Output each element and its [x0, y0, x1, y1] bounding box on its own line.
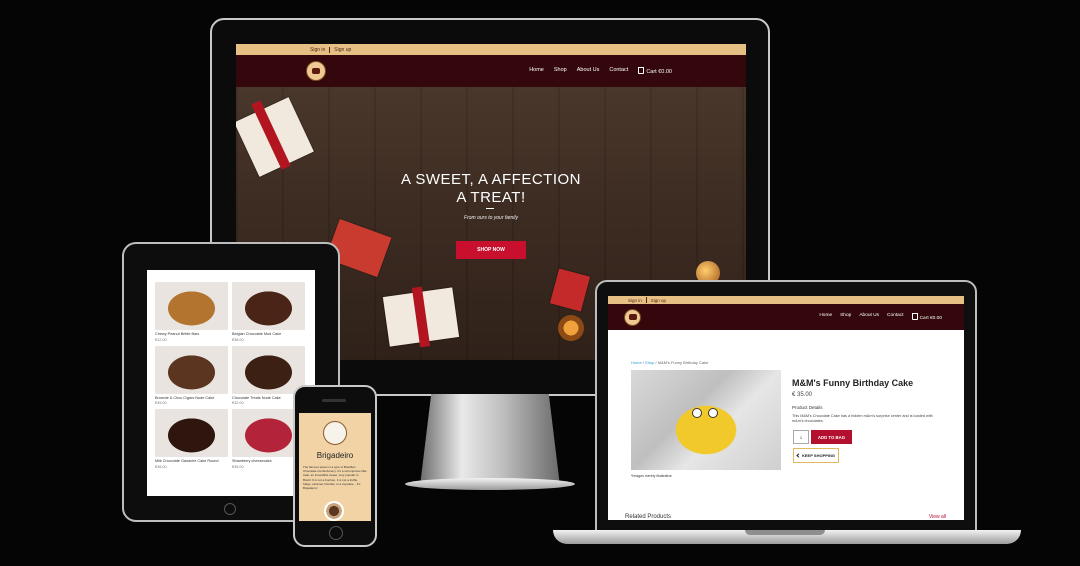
logo-mark	[312, 68, 320, 74]
cake-eye-image	[692, 408, 702, 418]
laptop-navbar: Home Shop About Us Contact Cart €0.00	[608, 304, 964, 330]
breadcrumb-current: M&M's Funny Birthday Cake	[657, 360, 709, 365]
shopping-bag-icon	[638, 67, 645, 74]
product-grid: Chewy Peanut Brittle Bars €12.00 Belgian…	[155, 282, 305, 469]
product-price: €39.00	[155, 401, 167, 405]
laptop-screen: Sign in Sign up Home Shop About Us Conta…	[608, 296, 964, 520]
orange-slice-image	[558, 315, 584, 341]
phone-home-button	[329, 526, 343, 540]
sign-in-link[interactable]: Sign in	[628, 298, 642, 303]
product-image	[155, 345, 228, 394]
product-image	[232, 345, 305, 394]
tablet-home-button	[224, 503, 236, 515]
product-image	[232, 282, 305, 330]
desktop-stand-foot	[405, 478, 575, 490]
shopping-bag-icon	[911, 313, 918, 320]
product-price: €12.00	[155, 337, 167, 342]
cake-eye-image	[708, 408, 718, 418]
nav-shop[interactable]: Shop	[840, 313, 851, 321]
phone-description: The famous sweet in a type of Brazilian …	[303, 465, 367, 491]
product-card[interactable]: Chewy Peanut Brittle Bars €12.00	[155, 282, 228, 342]
nav-home[interactable]: Home	[529, 67, 544, 75]
product-card[interactable]: Milk Chocolate Ganache Cake Round €36.00	[155, 409, 228, 469]
quantity-input[interactable]: 1	[793, 430, 809, 444]
hero-title-line2: A TREAT!	[456, 189, 526, 206]
nav-home[interactable]: Home	[819, 313, 832, 321]
brand-logo-icon[interactable]	[624, 308, 641, 326]
nav-cart[interactable]: Cart €0.00	[911, 313, 942, 321]
desktop-navbar: Home Shop About Us Contact Cart €0.00	[236, 55, 746, 87]
add-to-bag-button[interactable]: ADD TO BAG	[811, 430, 852, 444]
keep-shopping-label: KEEP SHOPPING	[801, 453, 836, 458]
sign-up-link[interactable]: Sign up	[651, 298, 666, 303]
product-card[interactable]: Belgian Chocolate Mud Cake €38.00	[232, 282, 305, 342]
product-name: Milk Chocolate Ganache Cake Round	[155, 459, 219, 463]
breadcrumb: Home / Shop / M&M's Funny Birthday Cake	[631, 360, 708, 365]
product-image	[631, 370, 781, 470]
nav-about[interactable]: About Us	[577, 67, 600, 75]
gift-box-image	[549, 268, 591, 312]
laptop-topbar: Sign in Sign up	[608, 296, 964, 304]
product-name: Brownie & Choc Cigars Nude Cake	[155, 395, 215, 400]
nav-cart[interactable]: Cart €0.00	[638, 67, 672, 75]
sign-up-link[interactable]: Sign up	[334, 47, 351, 53]
product-name: Belgian Chocolate Mud Cake	[232, 332, 282, 336]
breadcrumb-home[interactable]: Home	[631, 360, 642, 365]
hero-title: A SWEET, A AFFECTION A TREAT!	[236, 171, 746, 207]
nav-contact[interactable]: Contact	[609, 67, 628, 75]
cart-label: Cart €0.00	[646, 69, 672, 75]
product-title: M&M's Funny Birthday Cake	[792, 378, 914, 388]
brigadeiro-image	[324, 501, 344, 521]
brand-logo-icon[interactable]	[323, 421, 347, 445]
product-image	[155, 409, 228, 457]
hero-title-line1: A SWEET, A AFFECTION	[400, 171, 582, 188]
product-price: €36.00	[155, 464, 167, 469]
image-disclaimer: *Images merely illustrative	[631, 474, 672, 478]
product-image	[155, 282, 228, 330]
view-all-link[interactable]: View all	[929, 514, 946, 520]
topbar-separator	[645, 297, 647, 303]
phone-page-title: Brigadeiro	[316, 451, 354, 460]
product-name: Chewy Peanut Brittle Bars	[155, 332, 200, 336]
product-card[interactable]: Brownie & Choc Cigars Nude Cake €39.00	[155, 345, 228, 405]
phone-speaker	[322, 399, 346, 402]
phone-screen: Brigadeiro The famous sweet in a type of…	[299, 413, 371, 521]
keep-shopping-button[interactable]: KEEP SHOPPING	[793, 448, 839, 463]
product-details-heading: Product Details	[792, 405, 823, 410]
hero-divider	[486, 208, 494, 209]
nav-shop[interactable]: Shop	[554, 67, 567, 75]
product-price: €38.00	[232, 337, 244, 342]
hero-subtitle: From ours to your family	[464, 215, 518, 221]
product-description: This M&M's Chocolate Cake has a hidden m…	[792, 414, 933, 423]
laptop-nav-links: Home Shop About Us Contact Cart €0.00	[819, 313, 942, 321]
logo-mark	[628, 314, 637, 320]
topbar-separator	[329, 46, 331, 53]
laptop-notch	[745, 530, 825, 535]
shop-now-button[interactable]: SHOP NOW	[456, 241, 526, 259]
product-price: € 35.00	[792, 392, 813, 398]
desktop-nav-links: Home Shop About Us Contact Cart €0.00	[529, 67, 672, 75]
desktop-topbar: Sign in Sign up	[236, 44, 746, 55]
tablet-screen: Chewy Peanut Brittle Bars €12.00 Belgian…	[147, 270, 315, 496]
desktop-stand	[420, 394, 560, 486]
nav-about[interactable]: About Us	[859, 313, 879, 321]
brand-logo-icon[interactable]	[306, 61, 326, 81]
nav-contact[interactable]: Contact	[887, 313, 904, 321]
cart-label: Cart €0.00	[919, 316, 942, 321]
sign-in-link[interactable]: Sign in	[310, 47, 325, 53]
related-products-heading: Related Products	[625, 514, 672, 520]
breadcrumb-shop[interactable]: Shop	[645, 360, 654, 365]
device-mockup-scene: Sign in Sign up Home Shop About Us Conta…	[0, 0, 1080, 566]
chevron-left-icon	[796, 453, 801, 458]
